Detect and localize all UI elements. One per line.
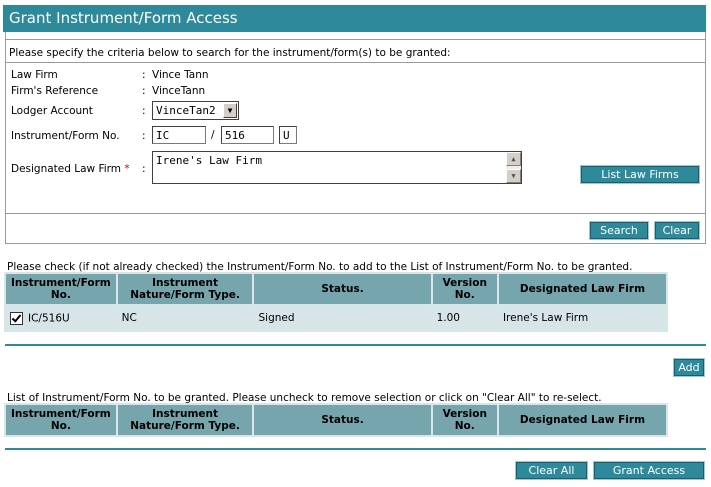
scroll-down-icon[interactable]: ▼: [506, 169, 521, 183]
designated-law-firm-label-text: Designated Law Firm: [11, 163, 122, 175]
grant-access-button[interactable]: Grant Access: [593, 461, 705, 480]
lodger-account-label: Lodger Account: [11, 105, 93, 117]
firm-reference-label: Firm's Reference: [11, 85, 99, 97]
granted-header-instrument: Instrument/Form No.: [6, 405, 116, 435]
row-select-checkbox[interactable]: [10, 311, 23, 325]
results-divider: [5, 344, 706, 346]
results-cell-firm: Irene's Law Firm: [498, 306, 666, 330]
required-marker: *: [124, 163, 130, 175]
textarea-scrollbar[interactable]: ▲ ▼: [506, 152, 521, 183]
results-header-instrument: Instrument/Form No.: [6, 274, 116, 304]
firm-reference-colon: :: [142, 85, 146, 97]
search-instructions: Please specify the criteria below to sea…: [9, 47, 451, 59]
lodger-account-selected: VinceTan2: [156, 104, 216, 117]
instrument-number-input[interactable]: [221, 126, 274, 144]
law-firm-label: Law Firm: [11, 69, 58, 81]
designated-law-firm-colon: :: [142, 163, 146, 175]
granted-header-firm: Designated Law Firm: [498, 405, 666, 435]
clear-button[interactable]: Clear: [654, 221, 700, 240]
law-firm-value: Vince Tann: [152, 69, 209, 81]
results-table: Instrument/Form No. Instrument Nature/Fo…: [4, 272, 668, 332]
panel-bottom-divider: [6, 213, 705, 214]
results-cell-instrument: IC/516U: [6, 306, 116, 330]
results-header-firm: Designated Law Firm: [498, 274, 666, 304]
instrument-no-label: Instrument/Form No.: [11, 130, 120, 142]
lodger-account-colon: :: [142, 105, 146, 117]
scroll-up-icon[interactable]: ▲: [506, 152, 521, 166]
firm-reference-value: VinceTann: [152, 85, 206, 97]
granted-header-nature: Instrument Nature/Form Type.: [117, 405, 253, 435]
instrument-suffix-input[interactable]: [279, 126, 297, 144]
designated-law-firm-label: Designated Law Firm *: [11, 163, 130, 175]
designated-law-firm-value: Irene's Law Firm: [156, 154, 262, 167]
designated-law-firm-textarea[interactable]: Irene's Law Firm ▲ ▼: [152, 151, 522, 184]
search-button[interactable]: Search: [589, 221, 649, 240]
list-law-firms-button[interactable]: List Law Firms: [580, 165, 700, 184]
instrument-separator: /: [211, 129, 215, 141]
instrument-prefix-input[interactable]: [152, 126, 206, 144]
granted-header-version: Version No.: [432, 405, 497, 435]
lodger-account-select[interactable]: VinceTan2 ▼: [152, 101, 239, 120]
add-button[interactable]: Add: [673, 358, 705, 377]
clear-all-button[interactable]: Clear All: [515, 461, 588, 480]
panel-top-divider: [6, 39, 705, 40]
results-cell-version: 1.00: [432, 306, 497, 330]
results-cell-nature: NC: [117, 306, 253, 330]
granted-divider: [5, 448, 706, 450]
law-firm-colon: :: [142, 69, 146, 81]
results-header-version: Version No.: [432, 274, 497, 304]
page-title: Grant Instrument/Form Access: [3, 5, 706, 32]
table-row: IC/516U NC Signed 1.00 Irene's Law Firm: [6, 306, 666, 330]
panel-divider: [6, 62, 705, 63]
chevron-down-icon[interactable]: ▼: [223, 103, 237, 118]
results-header-nature: Instrument Nature/Form Type.: [117, 274, 253, 304]
results-cell-status: Signed: [254, 306, 431, 330]
row-instrument-value: IC/516U: [28, 312, 70, 324]
granted-table: Instrument/Form No. Instrument Nature/Fo…: [4, 403, 668, 437]
results-header-status: Status.: [254, 274, 431, 304]
instrument-no-colon: :: [142, 130, 146, 142]
granted-header-status: Status.: [254, 405, 431, 435]
